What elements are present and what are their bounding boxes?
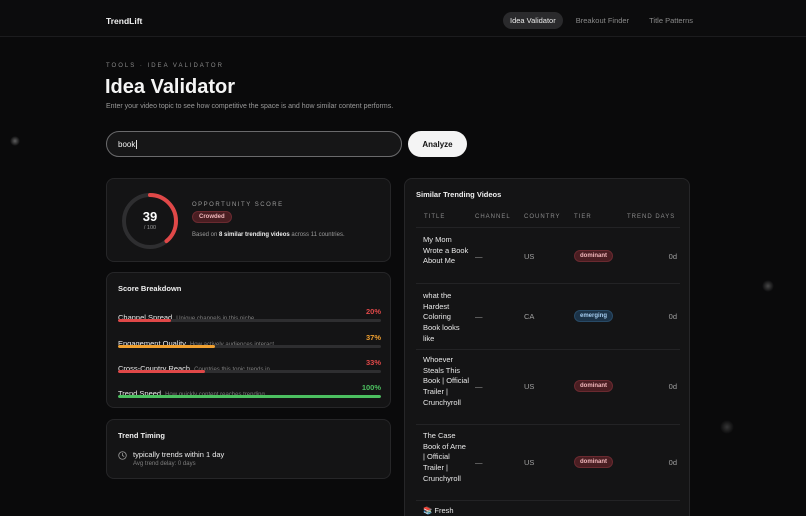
tier-badge: dominant xyxy=(574,380,613,392)
analyze-button[interactable]: Analyze xyxy=(408,131,467,157)
col-header-country[interactable]: COUNTRY xyxy=(524,214,561,220)
video-channel: — xyxy=(475,458,483,467)
timing-average-delay: Avg trend delay: 0 days xyxy=(133,461,196,467)
page-title: Idea Validator xyxy=(105,76,236,98)
video-title-partial[interactable]: 📚 Fresh xyxy=(423,506,454,515)
metric-bar-track xyxy=(118,395,381,398)
similar-videos-card: Similar Trending Videos TITLE CHANNEL CO… xyxy=(404,178,690,516)
metric-percent: 100% xyxy=(361,383,381,392)
metric-percent: 37% xyxy=(365,333,381,342)
metric-trend-speed: Trend SpeedHow quickly content reaches t… xyxy=(118,383,381,401)
col-header-title[interactable]: TITLE xyxy=(424,214,445,220)
nav-idea-validator[interactable]: Idea Validator xyxy=(502,12,563,29)
video-title[interactable]: The Case Book of Arne | Official Trailer… xyxy=(423,431,469,485)
trend-days: 0d xyxy=(668,312,677,321)
similar-videos-title: Similar Trending Videos xyxy=(416,190,502,199)
metric-bar-track xyxy=(118,370,381,373)
text-caret xyxy=(136,139,138,149)
metric-percent: 33% xyxy=(365,358,381,367)
page-subtitle: Enter your video topic to see how compet… xyxy=(106,103,394,110)
opportunity-score-label: OPPORTUNITY SCORE xyxy=(192,202,284,208)
bokeh-light xyxy=(762,280,774,292)
timing-title: Trend Timing xyxy=(118,431,165,440)
video-country: US xyxy=(524,458,535,467)
score-value: 39 xyxy=(142,209,158,224)
bokeh-light xyxy=(10,136,20,146)
trend-timing-card: Trend Timing typically trends within 1 d… xyxy=(106,419,391,479)
metric-bar-fill xyxy=(118,345,216,348)
tier-badge: dominant xyxy=(574,456,613,468)
video-channel: — xyxy=(475,312,483,321)
metric-channel-spread: Channel SpreadUnique channels in this ni… xyxy=(118,307,381,325)
table-row[interactable] xyxy=(416,500,680,516)
top-navigation-bar: TrendLift Idea Validator Breakout Finder… xyxy=(0,0,806,37)
score-denominator: / 100 xyxy=(143,225,157,231)
table-row[interactable]: what the Hardest Coloring Book looks lik… xyxy=(416,283,680,349)
trend-days: 0d xyxy=(668,382,677,391)
basis-prefix: Based on xyxy=(192,232,220,238)
opportunity-score-card: 39 / 100 OPPORTUNITY SCORE Crowded Based… xyxy=(106,178,391,262)
table-row[interactable]: The Case Book of Arne | Official Trailer… xyxy=(416,424,680,500)
breadcrumb: TOOLS · IDEA VALIDATOR xyxy=(106,63,224,69)
table-row[interactable]: My Mom Wrote a Book About Me — US domina… xyxy=(416,227,680,283)
score-basis-text: Based on 8 similar trending videos acros… xyxy=(192,232,345,238)
trend-days: 0d xyxy=(668,252,677,261)
tier-badge: emerging xyxy=(574,310,614,322)
search-input-value: book xyxy=(118,139,136,149)
nav-breakout-finder[interactable]: Breakout Finder xyxy=(569,12,636,29)
timing-summary: typically trends within 1 day xyxy=(133,450,225,459)
video-title[interactable]: Whoever Steals This Book | Official Trai… xyxy=(423,355,469,409)
nav-title-patterns[interactable]: Title Patterns xyxy=(642,12,700,29)
status-badge: Crowded xyxy=(192,211,232,223)
video-channel: — xyxy=(475,252,483,261)
basis-count: 8 similar trending videos xyxy=(219,232,290,238)
video-title[interactable]: what the Hardest Coloring Book looks lik… xyxy=(423,291,469,345)
metric-bar-fill xyxy=(118,395,381,398)
video-channel: — xyxy=(475,382,483,391)
metric-bar-track xyxy=(118,345,381,348)
trend-days: 0d xyxy=(668,458,677,467)
video-country: US xyxy=(524,382,535,391)
clock-icon xyxy=(118,451,127,460)
breakdown-title: Score Breakdown xyxy=(118,284,182,293)
metric-bar-track xyxy=(118,319,381,322)
video-country: US xyxy=(524,252,535,261)
metric-engagement-quality: Engagement QualityHow actively audiences… xyxy=(118,333,381,351)
topic-search-input[interactable]: book xyxy=(106,131,402,157)
basis-suffix: across 11 countries. xyxy=(289,232,345,238)
score-breakdown-card: Score Breakdown Channel SpreadUnique cha… xyxy=(106,272,391,408)
video-country: CA xyxy=(524,312,535,321)
col-header-channel[interactable]: CHANNEL xyxy=(475,214,511,220)
table-row[interactable]: Whoever Steals This Book | Official Trai… xyxy=(416,349,680,424)
metric-bar-fill xyxy=(118,319,171,322)
brand-logo[interactable]: TrendLift xyxy=(106,16,142,26)
main-nav: Idea Validator Breakout Finder Title Pat… xyxy=(502,12,700,29)
metric-bar-fill xyxy=(118,370,205,373)
col-header-tier[interactable]: TIER xyxy=(574,214,592,220)
video-title[interactable]: My Mom Wrote a Book About Me xyxy=(423,235,469,267)
tier-badge: dominant xyxy=(574,250,613,262)
bokeh-light xyxy=(720,420,734,434)
metric-percent: 20% xyxy=(365,307,381,316)
metric-cross-country-reach: Cross-Country ReachCountries this topic … xyxy=(118,358,381,376)
col-header-trend-days[interactable]: TREND DAYS xyxy=(627,214,675,220)
